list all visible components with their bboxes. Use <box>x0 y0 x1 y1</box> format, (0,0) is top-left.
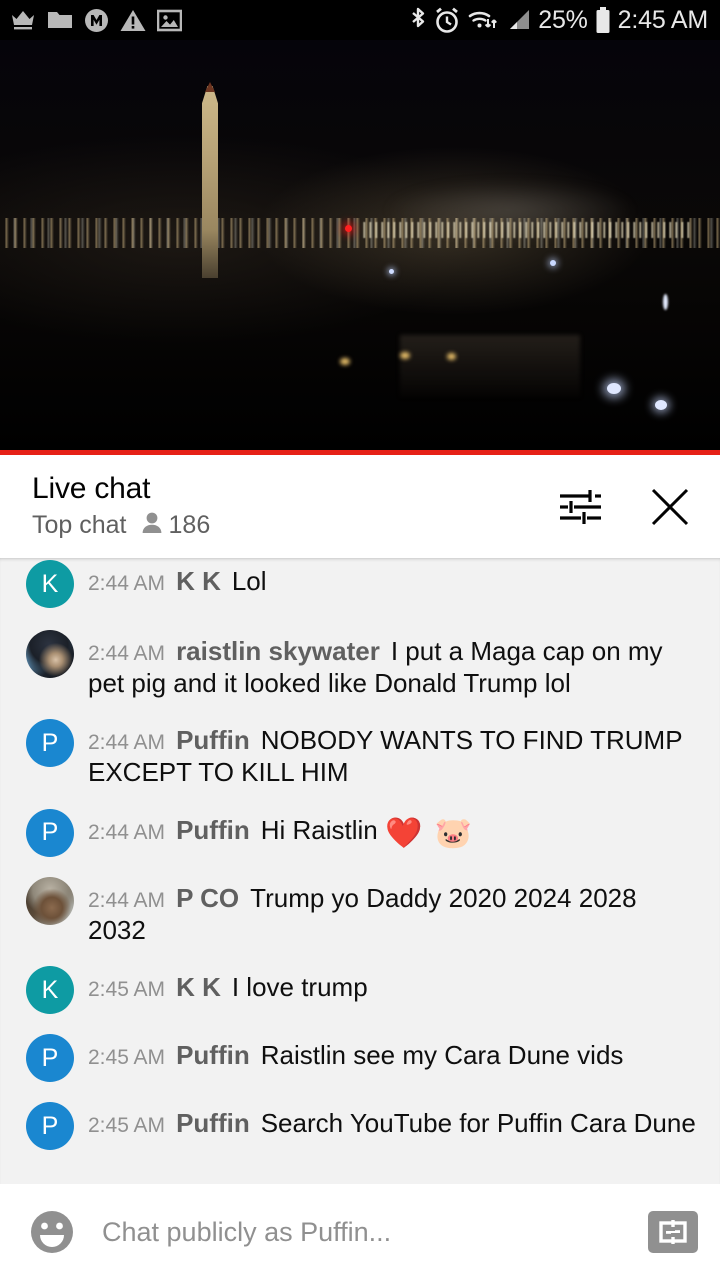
message-author[interactable]: Puffin <box>176 1108 250 1138</box>
message-timestamp: 2:44 AM <box>88 642 166 665</box>
white-house-building <box>400 335 580 397</box>
chat-message[interactable]: P 2:44 AM Puffin NOBODY WANTS TO FIND TRUM… <box>0 709 720 798</box>
avatar[interactable]: P <box>26 719 74 768</box>
chat-message-body: 2:44 AM Puffin NOBODY WANTS TO FIND TRUMP … <box>88 719 698 788</box>
red-beacon-light <box>345 225 352 232</box>
chat-message[interactable]: P 2:45 AM Puffin Raistlin see my Cara Dune… <box>0 1024 720 1092</box>
clock-label: 2:45 AM <box>617 5 709 34</box>
message-timestamp: 2:45 AM <box>88 1114 166 1138</box>
light-dot <box>550 260 556 266</box>
message-text: Hi Raistlin <box>260 814 385 845</box>
video-player[interactable] <box>0 40 720 455</box>
avatar-initial: P <box>41 728 59 757</box>
status-bar-left-icons <box>10 8 182 33</box>
chat-message-body: 2:44 AM raistlin skywater I put a Maga cap… <box>88 630 698 699</box>
chat-message-body: 2:44 AM Puffin Hi Raistlin ❤️ 🐷 <box>88 809 698 853</box>
battery-percent-label: 25% <box>538 5 588 34</box>
message-timestamp: 2:45 AM <box>88 978 166 1002</box>
light-dot <box>607 383 621 394</box>
message-timestamp: 2:44 AM <box>88 731 166 755</box>
message-author[interactable]: raistlin skywater <box>176 636 380 666</box>
viewer-count-group: 186 <box>141 510 211 540</box>
avatar-initial: P <box>41 818 59 847</box>
tune-sliders-icon[interactable] <box>554 481 606 533</box>
chat-message-body: 2:44 AM P CO Trump yo Daddy 2020 2024 2028… <box>88 877 698 946</box>
chat-subheader: Top chat 186 <box>32 511 210 540</box>
page-title: Live chat <box>32 472 151 506</box>
message-timestamp: 2:44 AM <box>88 820 166 844</box>
message-author[interactable]: Puffin <box>176 815 250 845</box>
chat-input-bar <box>0 1184 720 1280</box>
light-dot <box>655 400 667 410</box>
message-text: Raistlin see my Cara Dune vids <box>260 1040 624 1071</box>
warning-triangle-icon <box>120 9 146 32</box>
chat-message-body: 2:44 AM K K Lol <box>88 560 698 598</box>
message-emoji: ❤️ 🐷 <box>384 816 475 850</box>
emoji-face-icon[interactable] <box>26 1206 78 1258</box>
dollar-bill-icon[interactable] <box>648 1211 698 1253</box>
chat-message[interactable]: 2:44 AM raistlin skywater I put a Maga cap… <box>0 620 720 709</box>
search-input[interactable] <box>102 1216 636 1248</box>
avatar[interactable]: P <box>26 1034 74 1083</box>
chat-message-body: 2:45 AM K K I love trump <box>88 966 698 1004</box>
messenger-m-icon <box>84 8 109 33</box>
chat-message[interactable]: K 2:45 AM K K I love trump <box>0 956 720 1024</box>
alarm-clock-icon <box>434 7 460 34</box>
avatar-initial: P <box>41 1043 59 1072</box>
light-dot <box>389 269 394 274</box>
live-chat-header: Live chat Top chat 186 <box>0 455 720 558</box>
message-author[interactable]: K K <box>176 972 221 1002</box>
city-lights <box>360 222 690 238</box>
chat-title-block: Live chat Top chat 186 <box>32 473 210 540</box>
chat-header-actions <box>554 481 696 533</box>
image-icon <box>157 9 182 32</box>
battery-icon <box>595 6 611 34</box>
chat-message-body: 2:45 AM Puffin Raistlin see my Cara Dune v… <box>88 1034 698 1072</box>
message-author[interactable]: K K <box>176 566 221 596</box>
chat-message[interactable]: P 2:44 AM Puffin Hi Raistlin ❤️ 🐷 <box>0 799 720 867</box>
avatar-initial: P <box>41 1111 59 1140</box>
status-bar: 25% 2:45 AM <box>0 0 720 40</box>
folder-icon <box>47 9 73 31</box>
message-text: Search YouTube for Puffin Cara Dune <box>260 1108 696 1139</box>
viewer-count-label: 186 <box>168 510 211 539</box>
chat-message[interactable]: 2:44 AM P CO Trump yo Daddy 2020 2024 2028… <box>0 867 720 956</box>
chat-message-body: 2:45 AM Puffin Search YouTube for Puffin C… <box>88 1102 698 1140</box>
message-author[interactable]: Puffin <box>176 725 250 755</box>
avatar[interactable] <box>26 630 74 678</box>
cell-signal-icon <box>504 8 531 32</box>
message-author[interactable]: Puffin <box>176 1040 250 1070</box>
close-icon[interactable] <box>644 481 696 533</box>
avatar[interactable]: K <box>26 560 74 608</box>
light-dot <box>447 353 456 360</box>
message-timestamp: 2:44 AM <box>88 888 166 912</box>
light-dot <box>340 358 350 365</box>
message-text: Trump yo Daddy 2020 2024 2028 2032 <box>88 882 637 945</box>
status-bar-right-icons: 25% 2:45 AM <box>409 6 708 34</box>
live-progress-bar[interactable] <box>0 450 720 455</box>
chat-mode-label[interactable]: Top chat <box>32 512 127 538</box>
person-icon <box>141 511 163 540</box>
message-text: Lol <box>231 566 267 596</box>
avatar-initial: K <box>41 975 59 1004</box>
message-text: I love trump <box>231 972 368 1003</box>
message-author[interactable]: P CO <box>176 883 239 913</box>
message-timestamp: 2:45 AM <box>88 1046 166 1070</box>
crown-icon <box>10 9 36 31</box>
youtube-live-chat-screen: 25% 2:45 AM Live chat Top chat 186 K 2:4… <box>0 0 720 1280</box>
avatar[interactable] <box>26 876 74 925</box>
bluetooth-icon <box>409 6 427 34</box>
avatar[interactable]: K <box>26 966 74 1015</box>
light-dot <box>663 294 668 310</box>
chat-message[interactable]: K 2:44 AM K K Lol <box>0 560 720 620</box>
washington-monument <box>202 86 218 278</box>
wifi-icon <box>467 7 498 33</box>
avatar-initial: K <box>41 569 59 598</box>
message-timestamp: 2:44 AM <box>88 572 166 595</box>
chat-message-list[interactable]: K 2:44 AM K K Lol 2:44 AM raistlin skywater… <box>0 558 720 1184</box>
chat-message[interactable]: P 2:45 AM Puffin Search YouTube for Puffin… <box>0 1092 720 1160</box>
avatar[interactable]: P <box>26 808 74 857</box>
avatar[interactable]: P <box>26 1102 74 1151</box>
light-dot <box>400 352 410 359</box>
